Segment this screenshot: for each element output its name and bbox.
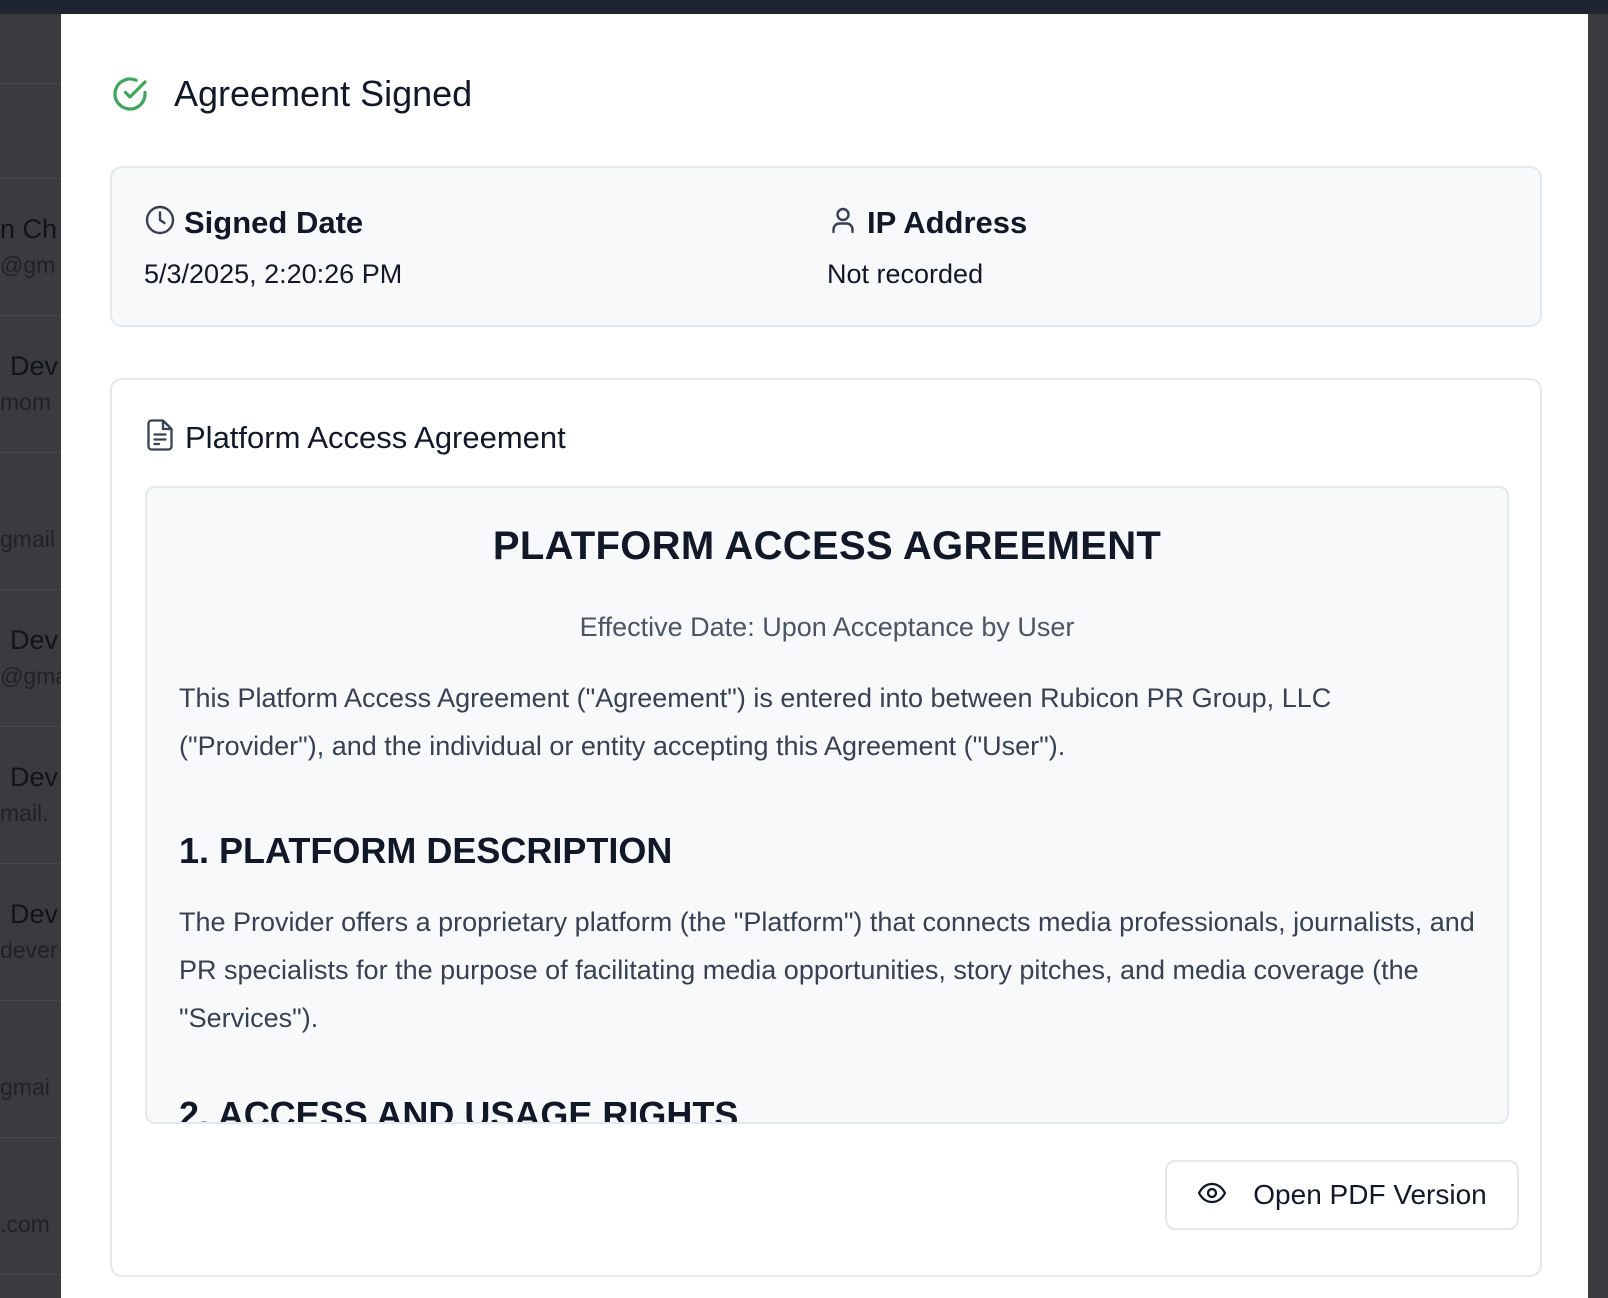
modal-title: Agreement Signed	[174, 73, 473, 114]
background-user-list: n Ch @gm Dev mom gmail Dev @gma Dev mail…	[0, 14, 61, 1298]
agreement-modal: Agreement Signed Signed Date 5/3/2025, 2…	[61, 14, 1588, 1298]
user-email: gmail	[0, 526, 55, 552]
effective-date: Effective Date: Upon Acceptance by User	[579, 612, 1075, 642]
signed-date-label: Signed Date	[184, 204, 364, 240]
agreement-heading: Platform Access Agreement	[185, 419, 566, 455]
file-text-icon	[145, 418, 175, 457]
ip-address-label: IP Address	[867, 204, 1028, 240]
user-name: Dev	[10, 762, 59, 792]
user-email: gmai	[0, 1074, 50, 1100]
user-name: Dev	[10, 351, 59, 381]
document-title: PLATFORM ACCESS AGREEMENT	[492, 524, 1162, 568]
list-item: n Ch @gm	[0, 178, 61, 316]
user-email: mom	[0, 389, 52, 415]
list-item: gmail	[0, 452, 61, 590]
signed-date-value: 5/3/2025, 2:20:26 PM	[144, 259, 403, 289]
intro-paragraph: This Platform Access Agreement ("Agreeme…	[179, 683, 1332, 761]
signature-info-card: Signed Date 5/3/2025, 2:20:26 PM IP Addr…	[110, 166, 1542, 327]
agreement-document-viewer[interactable]: PLATFORM ACCESS AGREEMENT Effective Date…	[145, 486, 1509, 1124]
list-item: gmai	[0, 1000, 61, 1138]
agreement-card-header: Platform Access Agreement	[145, 418, 566, 457]
clock-icon	[144, 204, 176, 241]
list-item: .com	[0, 1137, 61, 1275]
section-1-body: The Provider offers a proprietary platfo…	[179, 907, 1475, 1033]
list-item: Dev mom	[0, 315, 61, 453]
check-circle-icon	[110, 74, 150, 114]
signed-date-section: Signed Date 5/3/2025, 2:20:26 PM	[144, 204, 402, 290]
user-email: .com	[0, 1211, 50, 1237]
eye-icon	[1197, 1181, 1227, 1210]
ip-address-value: Not recorded	[827, 259, 984, 289]
open-pdf-button[interactable]: Open PDF Version	[1165, 1160, 1519, 1230]
list-item: Dev dever	[0, 863, 61, 1001]
ip-address-section: IP Address Not recorded	[827, 204, 1027, 290]
section-2-title: 2. ACCESS AND USAGE RIGHTS	[179, 1094, 739, 1124]
user-name: Dev	[10, 625, 59, 655]
list-item: Dev @gma	[0, 589, 61, 727]
open-pdf-label: Open PDF Version	[1253, 1179, 1487, 1210]
list-item: Dev mail.	[0, 726, 61, 864]
background-right-edge	[1588, 14, 1608, 1298]
user-email: @gma	[0, 663, 61, 689]
user-email: @gm	[0, 252, 56, 278]
section-1-title: 1. PLATFORM DESCRIPTION	[179, 830, 673, 871]
user-name: n Ch	[0, 214, 58, 244]
modal-header: Agreement Signed	[110, 70, 472, 118]
background-topbar	[0, 0, 1608, 14]
user-email: mail.	[0, 800, 49, 826]
user-name: Dev	[10, 899, 59, 929]
list-item	[0, 14, 61, 84]
user-email: dever	[0, 937, 58, 963]
agreement-card: Platform Access Agreement PLATFORM ACCES…	[110, 378, 1542, 1277]
user-icon	[827, 204, 859, 241]
list-item	[0, 83, 61, 179]
